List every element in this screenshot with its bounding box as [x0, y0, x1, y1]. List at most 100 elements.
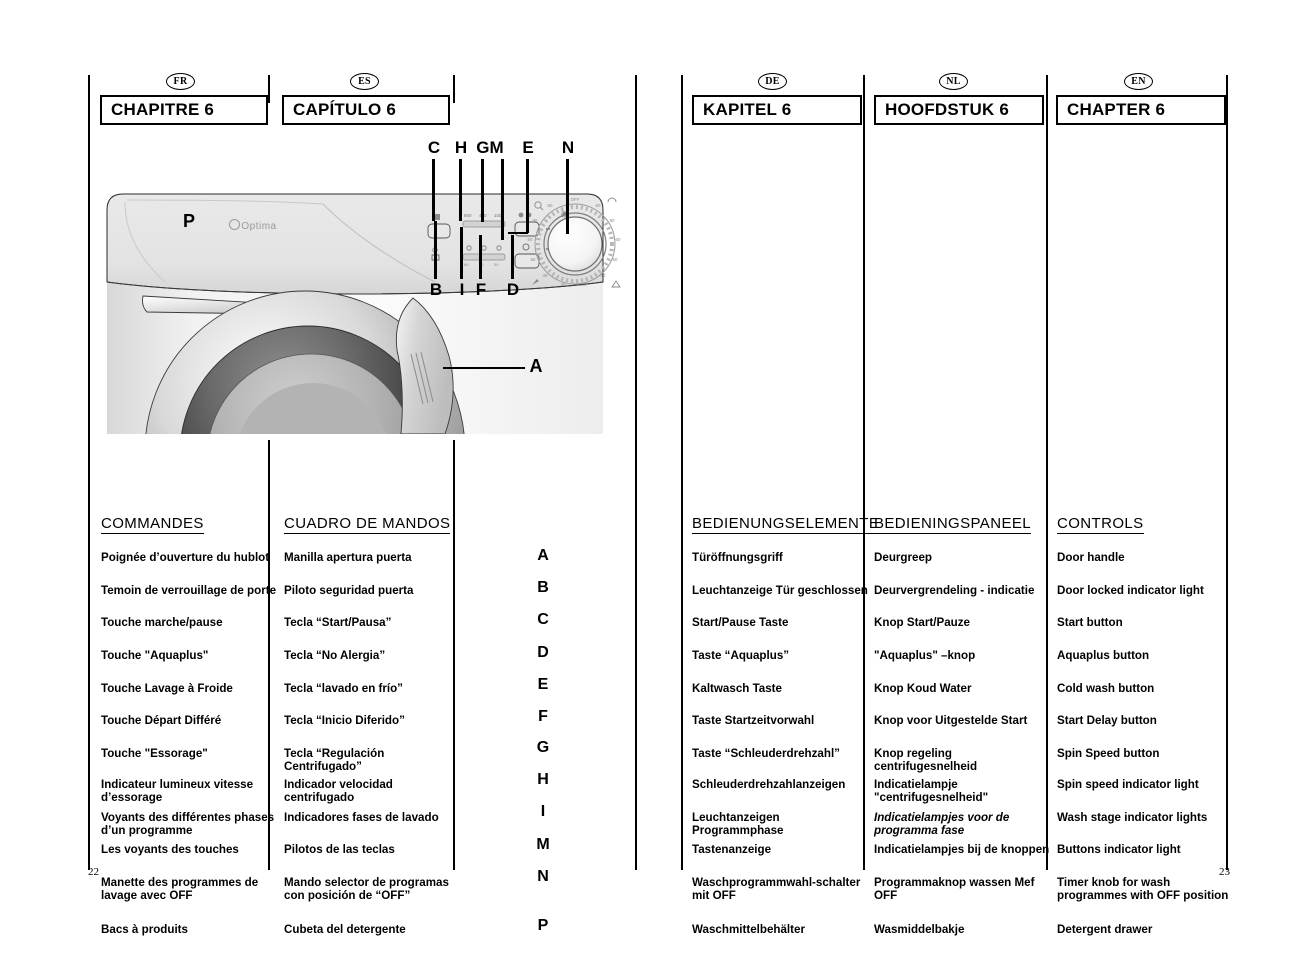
control-item: Piloto seguridad puerta: [284, 584, 414, 597]
chapter-title-nl: HOOFDSTUK 6: [885, 100, 1010, 119]
control-item: Mando selector de programas con posición…: [284, 876, 449, 902]
control-item: Indicateur lumineux vitesse d’essorage: [101, 778, 254, 804]
control-item: Door locked indicator light: [1057, 584, 1204, 597]
control-item: Knop Koud Water: [874, 682, 972, 695]
flag-de-label: DE: [765, 75, 780, 87]
column-en: CONTROLS Door handle Door locked indicat…: [1057, 515, 1235, 936]
control-item: Tecla “No Alergia”: [284, 649, 386, 662]
callout-line-N: [566, 159, 569, 234]
control-item: Detergent drawer: [1057, 923, 1153, 936]
chapter-box-de: KAPITEL 6: [692, 95, 862, 125]
control-item: Tecla “Regulación Centrifugado”: [284, 747, 385, 773]
control-item: Les voyants des touches: [101, 843, 239, 856]
letter-key: P: [537, 917, 549, 934]
letter-key: D: [537, 644, 549, 661]
control-item: Waschprogrammwahl-schalter mit OFF: [692, 876, 861, 902]
flag-de: DE: [758, 73, 787, 90]
letter-key: E: [537, 676, 549, 693]
svg-text:800: 800: [464, 213, 472, 218]
page-number-left: 22: [88, 866, 99, 878]
control-item: Indicatielampje "centrifugesnelheid": [874, 778, 989, 804]
chapter-box-nl: HOOFDSTUK 6: [874, 95, 1044, 125]
brand-logo: Optima: [218, 219, 288, 232]
letter-key: G: [536, 739, 550, 756]
callout-line-G: [481, 159, 484, 222]
column-heading-nl: BEDIENINGSPANEEL: [874, 515, 1032, 534]
control-item: Aquaplus button: [1057, 649, 1150, 662]
svg-text:60: 60: [548, 203, 553, 208]
callout-F: F: [475, 280, 487, 299]
chapter-title-fr: CHAPITRE 6: [111, 100, 215, 119]
flag-nl-label: NL: [946, 75, 961, 87]
svg-text:90: 90: [610, 218, 615, 223]
control-item: Wash stage indicator lights: [1057, 811, 1208, 824]
control-item: Touche Lavage à Froide: [101, 682, 233, 695]
callout-A: A: [529, 356, 543, 376]
svg-text:60: 60: [616, 237, 621, 242]
flag-fr: FR: [166, 73, 195, 90]
svg-text:60: 60: [596, 203, 601, 208]
control-item: Pilotos de las teclas: [284, 843, 395, 856]
letter-key: M: [536, 836, 550, 853]
callout-N: N: [561, 138, 575, 157]
flag-es-label: ES: [358, 75, 371, 87]
programme-selector-dial[interactable]: OFF 60 90 60 50 40 30 30 40 50 60 90 60: [520, 189, 630, 299]
left-col-rule-1: [268, 75, 270, 103]
flag-fr-label: FR: [173, 75, 188, 87]
callout-B: B: [429, 280, 443, 299]
callout-D: D: [506, 280, 520, 299]
svg-text:40: 40: [601, 273, 606, 278]
column-fr: COMMANDES Poignée d’ouverture du hublot …: [101, 515, 279, 936]
chapter-title-es: CAPÍTULO 6: [293, 100, 397, 119]
svg-text:OFF: OFF: [571, 197, 580, 202]
callout-E: E: [522, 138, 534, 157]
control-item: Taste Startzeitvorwahl: [692, 714, 815, 727]
left-outer-rule: [88, 75, 90, 870]
control-item: Spin speed indicator light: [1057, 778, 1199, 791]
control-item: Start/Pause Taste: [692, 616, 789, 629]
callout-C: C: [427, 138, 441, 157]
right-page: DE NL EN KAPITEL 6 HOOFDSTUK 6 CHAPTER 6…: [681, 73, 1228, 936]
control-item: Spin Speed button: [1057, 747, 1160, 760]
svg-text:60: 60: [464, 262, 469, 267]
control-item: Deurgreep: [874, 551, 932, 564]
control-item: Knop regeling centrifugesnelheid: [874, 747, 978, 773]
callout-line-H: [459, 159, 462, 221]
control-item: Waschmittelbehälter: [692, 923, 805, 936]
control-item: "Aquaplus" –knop: [874, 649, 976, 662]
control-item: Indicatielampjes bij de knoppen: [874, 843, 1050, 856]
control-item: Buttons indicator light: [1057, 843, 1181, 856]
manual-page-spread: FR ES CHAPITRE 6 CAPÍTULO 6 800 1000 60 …: [0, 0, 1308, 954]
control-item: Deurvergrendeling - indicatie: [874, 584, 1035, 597]
flag-en: EN: [1124, 73, 1153, 90]
flag-nl: NL: [939, 73, 968, 90]
flag-es: ES: [350, 73, 379, 90]
control-item: Touche Départ Différé: [101, 714, 222, 727]
control-item: Manette des programmes de lavage avec OF…: [101, 876, 259, 902]
letter-key: B: [537, 579, 549, 596]
svg-text:30: 30: [561, 282, 566, 287]
left-inner-rule: [635, 75, 637, 870]
control-item: Leuchtanzeige Tür geschlossen: [692, 584, 868, 597]
letter-key: I: [540, 803, 546, 820]
control-item: Knop voor Uitgestelde Start: [874, 714, 1028, 727]
control-item: Poignée d’ouverture du hublot: [101, 551, 270, 564]
callout-line-D: [511, 235, 514, 279]
callout-line-F: [479, 235, 482, 279]
control-item: Timer knob for wash programmes with OFF …: [1057, 876, 1229, 902]
chapter-box-en: CHAPTER 6: [1056, 95, 1226, 125]
column-heading-fr: COMMANDES: [101, 515, 204, 534]
callout-line-A: [443, 367, 525, 369]
control-item: Taste “Schleuderdrehzahl”: [692, 747, 840, 760]
chapter-title-de: KAPITEL 6: [703, 100, 792, 119]
column-heading-es: CUADRO DE MANDOS: [284, 515, 451, 534]
control-item: Manilla apertura puerta: [284, 551, 412, 564]
chapter-box-fr: CHAPITRE 6: [100, 95, 268, 125]
control-item: Schleuderdrehzahlanzeigen: [692, 778, 846, 791]
control-item: Indicador velocidad centrifugado: [284, 778, 393, 804]
control-item: Touche marche/pause: [101, 616, 223, 629]
column-heading-en: CONTROLS: [1057, 515, 1144, 534]
chapter-box-es: CAPÍTULO 6: [282, 95, 450, 125]
letter-key: F: [538, 708, 548, 725]
control-item: Programmaknop wassen Mef OFF: [874, 876, 1035, 902]
